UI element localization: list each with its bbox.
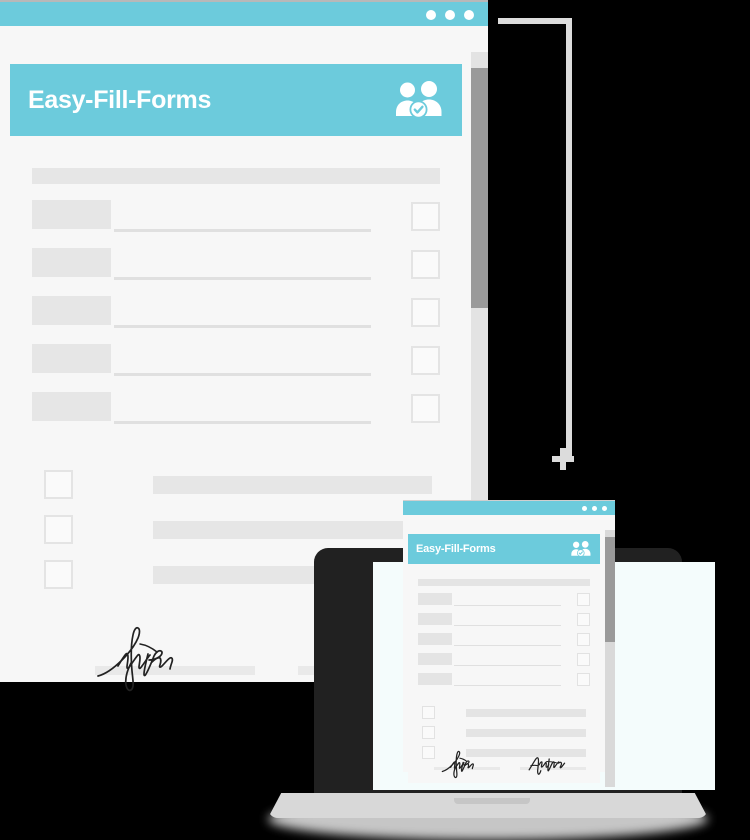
form-field-row (418, 653, 590, 666)
form-content (10, 156, 462, 589)
laptop-trackpad-notch (454, 798, 530, 804)
consent-row (414, 706, 590, 719)
field-label (418, 673, 452, 685)
field-checkbox[interactable] (411, 394, 440, 423)
form-field-row (32, 248, 440, 280)
two-people-verified-icon (394, 81, 444, 119)
window-dot-2-icon[interactable] (592, 506, 597, 511)
signature-right (524, 749, 576, 784)
field-input[interactable] (454, 673, 561, 686)
field-label (32, 296, 111, 325)
window-dot-2-icon[interactable] (445, 10, 455, 20)
window-dot-3-icon[interactable] (464, 10, 474, 20)
consent-text-block (153, 475, 432, 494)
form-field-row (32, 344, 440, 376)
window-dot-1-icon[interactable] (426, 10, 436, 20)
consent-checkbox[interactable] (44, 560, 73, 589)
field-checkbox[interactable] (411, 346, 440, 375)
consent-row (414, 726, 590, 739)
consent-checkbox[interactable] (422, 726, 435, 739)
main-scrollbar-thumb[interactable] (471, 68, 488, 308)
field-label (418, 653, 452, 665)
secondary-browser-window: Easy-Fill-Forms (403, 500, 615, 787)
secondary-window-titlebar[interactable] (403, 500, 615, 515)
field-label (32, 248, 111, 277)
secondary-app-header: Easy-Fill-Forms (408, 534, 600, 564)
form-field-row (32, 392, 440, 424)
field-input[interactable] (114, 296, 371, 328)
field-input[interactable] (114, 392, 371, 424)
form-intro-block (32, 168, 440, 184)
field-checkbox[interactable] (577, 613, 590, 626)
signature-left (90, 622, 210, 699)
consent-text-block (466, 708, 586, 717)
secondary-page-title: Easy-Fill-Forms (416, 543, 496, 555)
page-title: Easy-Fill-Forms (28, 85, 212, 114)
consent-checkbox[interactable] (44, 470, 73, 499)
window-controls[interactable] (426, 10, 474, 20)
field-input[interactable] (454, 653, 561, 666)
secondary-window-body: Easy-Fill-Forms (403, 515, 615, 787)
plus-crosshair-cursor-icon (552, 448, 574, 470)
signature-left (438, 749, 490, 784)
app-header: Easy-Fill-Forms (10, 64, 462, 136)
consent-row (22, 470, 440, 499)
form-intro-block (418, 579, 590, 586)
field-input[interactable] (454, 593, 561, 606)
two-people-verified-icon (570, 541, 592, 557)
field-checkbox[interactable] (411, 298, 440, 327)
field-label (418, 593, 452, 605)
form-field-row (418, 673, 590, 686)
field-checkbox[interactable] (577, 673, 590, 686)
secondary-scrollbar-thumb[interactable] (605, 537, 615, 642)
field-label (32, 392, 111, 421)
secondary-window-controls[interactable] (582, 506, 607, 511)
form-field-row (32, 200, 440, 232)
form-field-row (418, 593, 590, 606)
connector-vertical-segment (566, 18, 572, 458)
laptop-base (268, 793, 708, 818)
field-checkbox[interactable] (577, 653, 590, 666)
field-label (418, 633, 452, 645)
secondary-form-page: Easy-Fill-Forms (408, 521, 600, 783)
field-label (32, 344, 111, 373)
field-input[interactable] (114, 200, 371, 232)
window-dot-3-icon[interactable] (602, 506, 607, 511)
consent-checkbox[interactable] (44, 515, 73, 544)
consent-text-block (153, 520, 432, 539)
form-field-row (418, 633, 590, 646)
illustration-stage: Easy-Fill-Forms Easy-Fill-Forms (0, 0, 750, 840)
connector-pointer (498, 18, 574, 470)
field-checkbox[interactable] (577, 593, 590, 606)
main-window-titlebar[interactable] (0, 0, 488, 26)
field-input[interactable] (454, 613, 561, 626)
secondary-signature-area (408, 747, 600, 779)
secondary-form-content (408, 573, 600, 759)
field-label (418, 613, 452, 625)
field-checkbox[interactable] (411, 202, 440, 231)
form-field-row (418, 613, 590, 626)
connector-horizontal-segment (498, 18, 572, 24)
consent-row (22, 515, 440, 544)
field-label (32, 200, 111, 229)
field-checkbox[interactable] (577, 633, 590, 646)
field-checkbox[interactable] (411, 250, 440, 279)
consent-text-block (466, 728, 586, 737)
field-input[interactable] (454, 633, 561, 646)
window-dot-1-icon[interactable] (582, 506, 587, 511)
field-input[interactable] (114, 344, 371, 376)
field-input[interactable] (114, 248, 371, 280)
form-field-row (32, 296, 440, 328)
consent-checkbox[interactable] (422, 706, 435, 719)
